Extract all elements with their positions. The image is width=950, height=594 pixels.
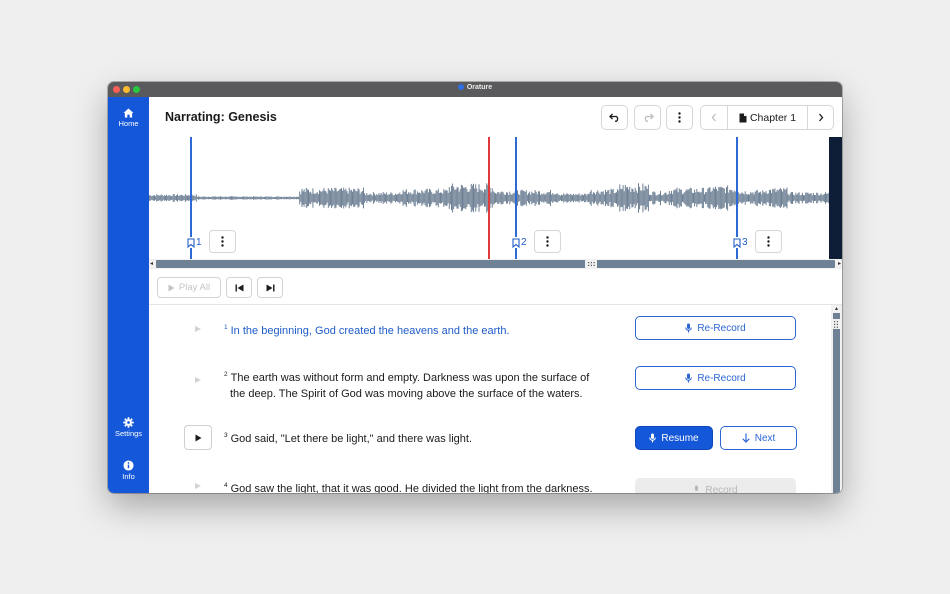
sidebar-item-info[interactable]: Info — [108, 460, 149, 481]
gear-icon — [123, 417, 134, 428]
verse-number: 1 — [224, 324, 228, 331]
microphone-icon — [649, 433, 657, 443]
sidebar-item-home[interactable]: Home — [108, 108, 149, 128]
undo-button[interactable] — [601, 105, 628, 130]
verse-text: 3 God said, "Let there be light," and the… — [224, 432, 473, 445]
undo-icon — [608, 113, 618, 122]
scrollbar-thumb[interactable] — [585, 259, 597, 269]
scroll-up-arrow-icon[interactable]: ▴ — [831, 306, 842, 312]
scrollbar-track[interactable] — [156, 260, 835, 268]
home-icon — [123, 108, 134, 118]
more-vertical-icon — [678, 112, 681, 123]
playhead[interactable] — [488, 137, 490, 259]
microphone-icon — [685, 373, 693, 383]
resume-button[interactable]: Resume — [635, 426, 713, 450]
play-all-button[interactable]: Play All — [157, 277, 221, 298]
arrow-down-icon — [742, 433, 750, 443]
app-window: Orature Home Settings Info Narrating: Ge… — [108, 82, 842, 493]
verse-marker-1[interactable]: 1 — [186, 237, 203, 248]
sidebar-item-label: Home — [118, 119, 139, 128]
playback-controls: Play All — [149, 269, 842, 305]
button-label: Next — [754, 432, 776, 444]
scroll-left-arrow-icon[interactable]: ◂ — [150, 261, 153, 267]
marker-label: 3 — [742, 237, 748, 248]
chevron-left-icon — [711, 113, 716, 122]
bookmark-icon — [512, 237, 520, 248]
verse-marker-2[interactable]: 2 — [511, 237, 528, 248]
chapter-select-button[interactable]: Chapter 1 — [727, 106, 807, 129]
play-all-label: Play All — [178, 282, 211, 293]
chevron-right-icon — [818, 113, 823, 122]
marker-options-button[interactable] — [534, 230, 561, 253]
verse-text: 4 God saw the light, that it was good. He… — [224, 482, 593, 493]
marker-options-button[interactable] — [209, 230, 236, 253]
app-logo-icon — [457, 84, 464, 90]
record-button[interactable]: Record — [635, 478, 796, 493]
next-marker-button[interactable] — [257, 277, 283, 298]
microphone-icon — [695, 485, 699, 491]
verse-number: 4 — [224, 482, 228, 489]
microphone-icon — [685, 323, 693, 333]
play-verse-icon[interactable] — [195, 377, 201, 383]
window-title: Orature — [108, 84, 842, 91]
redo-icon — [644, 113, 654, 122]
marker-options-button[interactable] — [755, 230, 782, 253]
verse-number: 2 — [224, 371, 228, 378]
more-vertical-icon — [767, 236, 770, 247]
verse-text: 1 In the beginning, God created the heave… — [224, 324, 510, 337]
title-bar: Orature — [108, 82, 842, 97]
waveform-area[interactable]: 1 2 3 — [149, 137, 842, 262]
next-verse-button[interactable]: Next — [720, 426, 797, 450]
button-label: Record — [705, 484, 738, 494]
play-icon — [195, 434, 201, 441]
grip-icon — [587, 261, 595, 266]
header: Narrating: Genesis Chapter 1 — [149, 97, 842, 137]
sidebar: Home Settings Info — [108, 97, 149, 493]
verse-list-scrollbar[interactable]: ▴ — [831, 305, 842, 493]
scrollbar-track[interactable] — [833, 313, 840, 493]
play-icon — [168, 284, 175, 291]
marker-label: 2 — [521, 237, 527, 248]
info-icon — [123, 460, 134, 471]
bookmark-icon — [733, 237, 741, 248]
button-label: Resume — [661, 432, 699, 444]
previous-chapter-button[interactable] — [701, 106, 727, 129]
skip-previous-icon — [235, 284, 243, 291]
re-record-button[interactable]: Re-Record — [635, 366, 796, 390]
more-options-button[interactable] — [666, 105, 693, 130]
marker-label: 1 — [196, 237, 202, 248]
sidebar-item-label: Info — [122, 472, 135, 481]
play-verse-icon[interactable] — [195, 326, 201, 332]
verse-text: 2 The earth was without form and empty. D… — [224, 371, 590, 400]
button-label: Re-Record — [697, 372, 746, 384]
scroll-right-arrow-icon[interactable]: ▸ — [838, 261, 841, 267]
bookmark-icon — [187, 237, 195, 248]
play-verse-icon[interactable] — [195, 483, 201, 489]
play-verse-button[interactable] — [184, 425, 212, 450]
sidebar-item-settings[interactable]: Settings — [108, 417, 149, 438]
button-label: Re-Record — [697, 322, 746, 334]
redo-button[interactable] — [634, 105, 661, 130]
verse-list: 1 In the beginning, God created the heave… — [149, 305, 831, 493]
more-vertical-icon — [546, 236, 549, 247]
scrollbar-thumb[interactable] — [831, 319, 842, 329]
previous-marker-button[interactable] — [226, 277, 252, 298]
waveform-end — [829, 137, 842, 259]
chapter-label: Chapter 1 — [749, 111, 797, 124]
waveform-scrollbar[interactable]: ◂ ▸ — [149, 259, 842, 269]
main-content: Narrating: Genesis Chapter 1 1 2 3 ◂ ▸ P… — [149, 97, 842, 493]
verse-number: 3 — [224, 432, 228, 439]
skip-next-icon — [266, 284, 274, 291]
page-title: Narrating: Genesis — [165, 110, 277, 124]
grip-icon — [834, 320, 838, 328]
chapter-navigator: Chapter 1 — [700, 105, 834, 130]
sidebar-item-label: Settings — [114, 429, 143, 438]
verse-marker-3[interactable]: 3 — [732, 237, 749, 248]
more-vertical-icon — [221, 236, 224, 247]
document-icon — [739, 113, 747, 122]
next-chapter-button[interactable] — [807, 106, 833, 129]
re-record-button[interactable]: Re-Record — [635, 316, 796, 340]
